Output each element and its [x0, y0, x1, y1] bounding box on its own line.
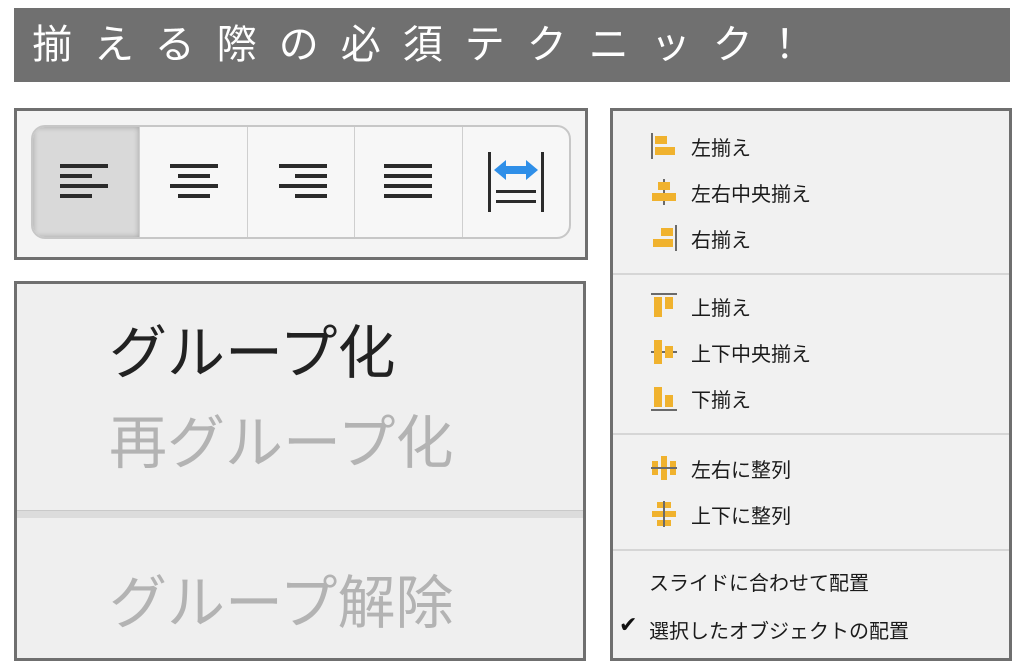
align-center-icon — [169, 164, 218, 198]
ungroup-menu-item[interactable]: グループ解除 — [109, 556, 454, 640]
menu-item-align-left[interactable]: 左揃え — [649, 129, 751, 163]
align-left-icon — [651, 133, 675, 159]
menu-item-label: 左右中央揃え — [691, 181, 811, 206]
distribute-icon — [487, 152, 544, 212]
menu-item-label: 上下に整列 — [691, 503, 791, 528]
menu-item-label: 左揃え — [691, 135, 751, 160]
align-middle-vertical-icon — [651, 340, 677, 364]
text-align-toolbar-panel — [14, 108, 588, 260]
align-left-icon — [60, 164, 109, 198]
menu-item-label: 上揃え — [691, 295, 751, 320]
menu-item-label: 上下中央揃え — [691, 341, 811, 366]
menu-item-distribute-horizontal[interactable]: 左右に整列 — [649, 451, 791, 485]
align-top-icon — [651, 293, 677, 317]
text-align-segmented-control — [31, 125, 571, 239]
menu-item-align-center-horizontal[interactable]: 左右中央揃え — [649, 175, 811, 209]
distribute-button[interactable] — [463, 127, 569, 237]
align-center-button[interactable] — [140, 127, 248, 237]
menu-item-distribute-vertical[interactable]: 上下に整列 — [649, 497, 791, 531]
menu-item-align-right[interactable]: 右揃え — [649, 221, 751, 255]
page-title: 揃える際の必須テクニック！ — [14, 8, 1010, 82]
align-menu-panel: 左揃え 左右中央揃え 右揃え 上揃え 上下中央揃え 下揃え 左右に整列 上下に整… — [610, 108, 1012, 661]
menu-item-align-bottom[interactable]: 下揃え — [649, 381, 751, 415]
group-menu-panel: グループ化 再グループ化 グループ解除 — [14, 281, 586, 661]
menu-item-label: 下揃え — [691, 387, 751, 412]
justify-icon — [384, 164, 433, 198]
distribute-vertical-icon — [652, 501, 676, 527]
menu-item-align-middle-vertical[interactable]: 上下中央揃え — [649, 335, 811, 369]
align-bottom-icon — [651, 387, 677, 411]
menu-separator — [613, 273, 1009, 275]
distribute-horizontal-icon — [651, 456, 677, 480]
align-right-icon — [653, 225, 677, 251]
align-right-icon — [279, 164, 328, 198]
menu-separator — [613, 549, 1009, 551]
checkmark-icon: ✔ — [619, 613, 638, 638]
menu-item-align-top[interactable]: 上揃え — [649, 289, 751, 323]
menu-item-label: 左右に整列 — [691, 457, 791, 482]
align-right-button[interactable] — [248, 127, 356, 237]
menu-item-label: 右揃え — [691, 227, 751, 252]
group-menu-item[interactable]: グループ化 — [109, 306, 396, 390]
menu-item-align-to-slide[interactable]: スライドに合わせて配置 — [649, 567, 869, 596]
align-center-horizontal-icon — [652, 179, 676, 205]
regroup-menu-item[interactable]: 再グループ化 — [109, 396, 454, 480]
menu-separator — [17, 510, 583, 518]
align-left-button[interactable] — [33, 127, 141, 237]
menu-item-align-selected-objects[interactable]: 選択したオブジェクトの配置 — [649, 615, 909, 644]
justify-button[interactable] — [355, 127, 463, 237]
menu-separator — [613, 433, 1009, 435]
